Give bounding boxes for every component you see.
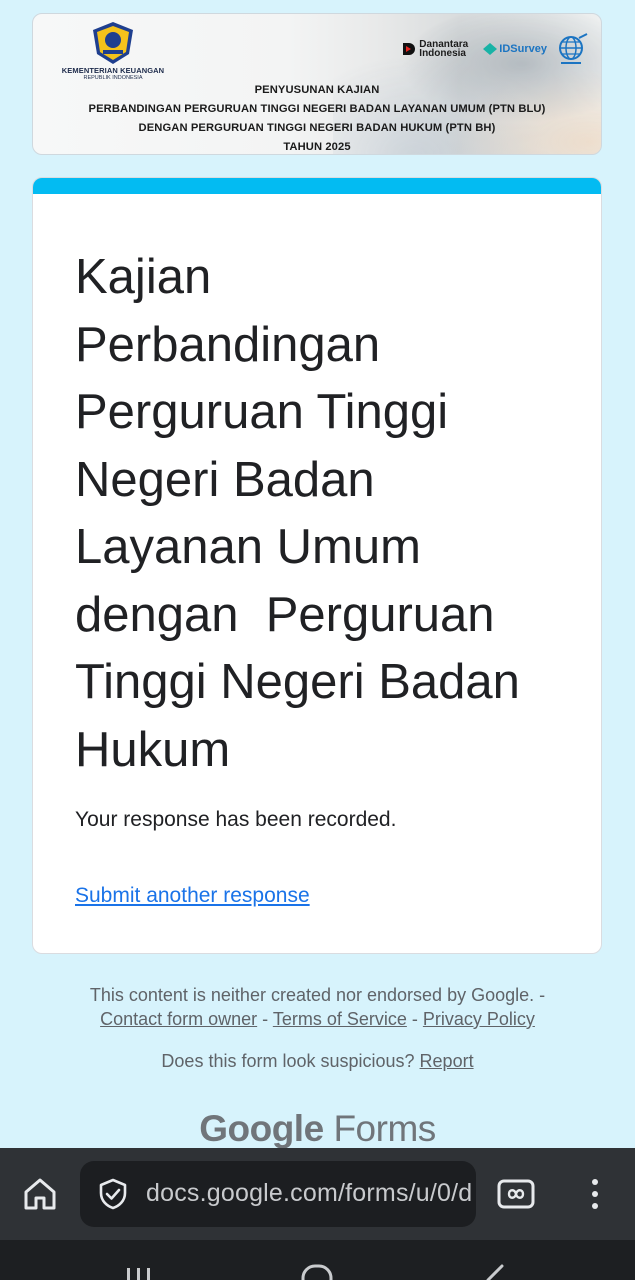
footer-separator: - xyxy=(257,1009,273,1029)
terms-of-service-link[interactable]: Terms of Service xyxy=(273,1009,407,1029)
form-title: Kajian Perbandingan Perguruan Tinggi Neg… xyxy=(75,250,520,777)
danantara-mark-icon xyxy=(403,43,416,55)
confirmation-card: Kajian Perbandingan Perguruan Tinggi Neg… xyxy=(32,177,602,954)
back-icon[interactable] xyxy=(480,1262,510,1280)
suspicious-form-notice: Does this form look suspicious? Report xyxy=(40,1051,595,1072)
forms-wordmark: Forms xyxy=(333,1108,436,1149)
report-link[interactable]: Report xyxy=(420,1051,474,1071)
url-text[interactable]: docs.google.com/forms/u/0/d xyxy=(146,1179,472,1208)
danantara-logo: Danantara Indonesia xyxy=(402,39,475,59)
banner-heading: PENYUSUNAN KAJIAN PERBANDINGAN PERGURUAN… xyxy=(33,81,601,154)
disclaimer-text: This content is neither created nor endo… xyxy=(89,985,546,1005)
home-icon[interactable] xyxy=(20,1174,60,1214)
footer-separator: - xyxy=(406,1009,423,1029)
header-banner: KEMENTERIAN KEUANGAN REPUBLIK INDONESIA … xyxy=(32,13,602,155)
banner-line-2: PERBANDINGAN PERGURUAN TINGGI NEGERI BAD… xyxy=(88,103,546,115)
sucofindo-globe-icon xyxy=(559,33,588,64)
idsurvey-logo: IDSurvey xyxy=(483,43,547,55)
banner-line-4: TAHUN 2025 xyxy=(283,141,351,153)
idsurvey-mark-icon xyxy=(483,43,498,55)
address-bar[interactable]: docs.google.com/forms/u/0/d xyxy=(80,1161,476,1227)
confirmation-message: Your response has been recorded. xyxy=(75,808,397,831)
recents-icon[interactable] xyxy=(124,1262,154,1280)
contact-form-owner-link[interactable]: Contact form owner xyxy=(100,1009,257,1029)
idsurvey-name: IDSurvey xyxy=(499,43,547,55)
shield-check-icon[interactable] xyxy=(96,1177,130,1211)
google-forms-logo[interactable]: Google Forms xyxy=(0,1108,635,1150)
footer-disclaimer: This content is neither created nor endo… xyxy=(40,983,595,1031)
suspicious-text: Does this form look suspicious? xyxy=(161,1051,415,1071)
kemenkeu-emblem-icon xyxy=(93,22,133,64)
privacy-policy-link[interactable]: Privacy Policy xyxy=(423,1009,535,1029)
banner-line-3: DENGAN PERGURUAN TINGGI NEGERI BADAN HUK… xyxy=(138,122,496,134)
home-circle-icon[interactable] xyxy=(300,1262,334,1280)
card-accent-bar xyxy=(33,178,601,194)
banner-line-1: PENYUSUNAN KAJIAN xyxy=(254,84,380,96)
system-navigation-bar xyxy=(0,1240,635,1280)
more-vert-icon[interactable] xyxy=(580,1174,610,1214)
google-wordmark: Google xyxy=(199,1108,324,1149)
tabs-icon[interactable] xyxy=(496,1176,536,1212)
partner-logos: Danantara Indonesia IDSurvey xyxy=(402,32,591,66)
browser-toolbar: docs.google.com/forms/u/0/d xyxy=(0,1148,635,1240)
submit-another-response-link[interactable]: Submit another response xyxy=(75,884,310,908)
danantara-name: Danantara Indonesia xyxy=(419,39,469,59)
ministry-name: KEMENTERIAN KEUANGAN xyxy=(61,66,165,75)
